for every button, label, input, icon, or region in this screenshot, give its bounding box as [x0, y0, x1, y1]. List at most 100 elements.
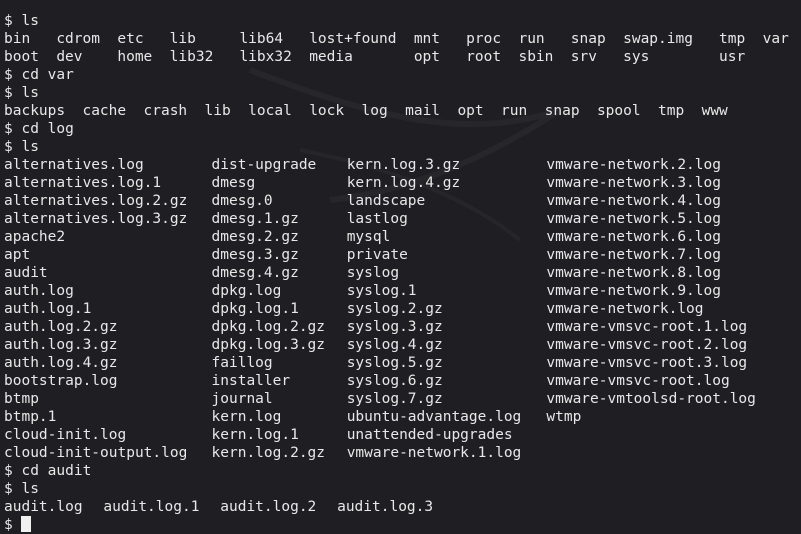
- log-listing-row: auth.log.3.gz dpkg.log.3.gz syslog.4.gz vmw…: [4, 336, 801, 354]
- command-text: ls: [12, 85, 39, 101]
- file-entry: alternatives.log.2.gz: [4, 193, 188, 209]
- active-prompt-line: $: [4, 516, 801, 534]
- file-entry: syslog.5.gz: [346, 355, 443, 371]
- file-entry: syslog.7.gz: [346, 391, 443, 407]
- text-cursor[interactable]: [20, 516, 31, 532]
- file-entry: auth.log.2.gz: [4, 319, 118, 335]
- file-entry: snap: [544, 103, 580, 119]
- command-text: cd var: [12, 67, 74, 83]
- file-entry: dpkg.log: [211, 283, 282, 299]
- file-entry: cloud-init-output.log: [4, 445, 188, 461]
- file-entry: bin: [4, 31, 31, 47]
- file-entry: private: [346, 247, 408, 263]
- file-entry: kern.log: [211, 409, 282, 425]
- prompt-symbol: $: [4, 67, 13, 83]
- file-entry: audit: [4, 265, 48, 281]
- file-entry: vmware-network.6.log: [546, 229, 721, 245]
- file-entry: audit.log.3: [337, 499, 434, 515]
- file-entry: root: [466, 49, 502, 65]
- command-text: ls: [12, 481, 39, 497]
- file-entry: home: [117, 49, 153, 65]
- prompt-line: $ cd log: [4, 120, 801, 138]
- file-entry: auth.log.3.gz: [4, 337, 118, 353]
- file-entry: journal: [211, 391, 273, 407]
- root-listing-row: boot dev home lib32 libx32 media opt root sbin sr…: [4, 48, 801, 66]
- file-entry: lib: [169, 31, 196, 47]
- file-entry: vmware-network.5.log: [546, 211, 721, 227]
- file-entry: srv: [570, 49, 597, 65]
- file-entry: landscape: [346, 193, 426, 209]
- log-listing-row: cloud-init.log kern.log.1 unattended-upgra…: [4, 426, 801, 444]
- file-entry: lost+found: [309, 31, 397, 47]
- file-entry: kern.log.4.gz: [346, 175, 461, 191]
- file-entry: faillog: [211, 355, 273, 371]
- file-entry: lastlog: [346, 211, 408, 227]
- file-entry: etc: [117, 31, 144, 47]
- file-entry: dpkg.log.1: [211, 301, 299, 317]
- file-entry: vmware-network.4.log: [546, 193, 721, 209]
- file-entry: vmware-network.log: [546, 301, 704, 317]
- terminal-output[interactable]: $ ls bin cdrom etc lib lib64 lost+found mnt proc…: [4, 0, 801, 534]
- file-entry: var: [762, 31, 789, 47]
- file-entry: btmp.1: [4, 409, 57, 425]
- file-entry: crash: [143, 103, 188, 119]
- file-entry: dpkg.log.3.gz: [211, 337, 326, 353]
- var-listing-row: backups cache crash lib local lock log mail opt r…: [4, 102, 801, 120]
- file-entry: vmware-network.8.log: [546, 265, 721, 281]
- log-listing-row: bootstrap.log installer syslog.6.gz vmware-…: [4, 372, 801, 390]
- file-entry: dmesg.2.gz: [211, 229, 299, 245]
- log-listing-row: apache2 dmesg.2.gz mysql vmware-network.6.l…: [4, 228, 801, 246]
- prompt-line: $ ls: [4, 138, 801, 156]
- file-entry: vmware-vmsvc-root.log: [546, 373, 730, 389]
- file-entry: tmp: [658, 103, 685, 119]
- prompt-symbol: $: [4, 481, 13, 497]
- log-listing-row: auth.log.4.gz faillog syslog.5.gz vmware-vm…: [4, 354, 801, 372]
- file-entry: tmp: [719, 31, 746, 47]
- audit-listing-row: audit.log audit.log.1 audit.log.2 audit.log…: [4, 498, 801, 516]
- file-entry: swap.img: [623, 31, 693, 47]
- file-entry: vmware-vmsvc-root.1.log: [546, 319, 748, 335]
- file-entry: btmp: [4, 391, 39, 407]
- command-text: ls: [12, 13, 39, 29]
- file-entry: auth.log.1: [4, 301, 92, 317]
- prompt-symbol: $: [4, 85, 13, 101]
- file-entry: syslog.3.gz: [346, 319, 443, 335]
- file-entry: dmesg.0: [211, 193, 273, 209]
- file-entry: ubuntu-advantage.log: [346, 409, 522, 425]
- log-listing-row: auth.log.1 dpkg.log.1 syslog.2.gz vmware-ne…: [4, 300, 801, 318]
- file-entry: audit.log.1: [103, 499, 200, 515]
- file-entry: auth.log.4.gz: [4, 355, 118, 371]
- file-entry: dmesg: [211, 175, 256, 191]
- file-entry: cdrom: [56, 31, 100, 47]
- file-entry: wtmp: [546, 409, 582, 425]
- file-entry: boot: [4, 49, 39, 65]
- file-entry: sbin: [518, 49, 554, 65]
- prompt-symbol: $: [4, 139, 13, 155]
- file-entry: cache: [82, 103, 127, 119]
- file-entry: dev: [56, 49, 83, 65]
- file-entry: proc: [466, 31, 502, 47]
- file-entry: dist-upgrade: [211, 157, 317, 173]
- file-entry: syslog.2.gz: [346, 301, 443, 317]
- file-entry: vmware-network.2.log: [546, 157, 721, 173]
- log-listing-row: btmp journal syslog.7.gz vmware-vmtoolsd-ro…: [4, 390, 801, 408]
- file-entry: cloud-init.log: [4, 427, 127, 443]
- command-text: cd audit: [12, 463, 92, 479]
- file-entry: lib: [204, 103, 231, 119]
- file-entry: bootstrap.log: [4, 373, 118, 389]
- file-entry: lib32: [169, 49, 214, 65]
- prompt-line: $ ls: [4, 84, 801, 102]
- file-entry: lock: [309, 103, 345, 119]
- file-entry: spool: [596, 103, 641, 119]
- file-entry: local: [248, 103, 292, 119]
- file-entry: vmware-network.3.log: [546, 175, 721, 191]
- file-entry: audit.log: [4, 499, 83, 515]
- prompt-line: $ ls: [4, 12, 801, 30]
- command-text: cd log: [12, 121, 74, 137]
- scrolled-line: [4, 0, 801, 12]
- log-listing-row: cloud-init-output.log kern.log.2.gz vmware…: [4, 444, 801, 462]
- log-listing-row: audit dmesg.4.gz syslog vmware-network.8.lo…: [4, 264, 801, 282]
- file-entry: vmware-vmtoolsd-root.log: [546, 391, 756, 407]
- file-entry: audit.log.2: [220, 499, 317, 515]
- prompt-symbol: $: [4, 121, 13, 137]
